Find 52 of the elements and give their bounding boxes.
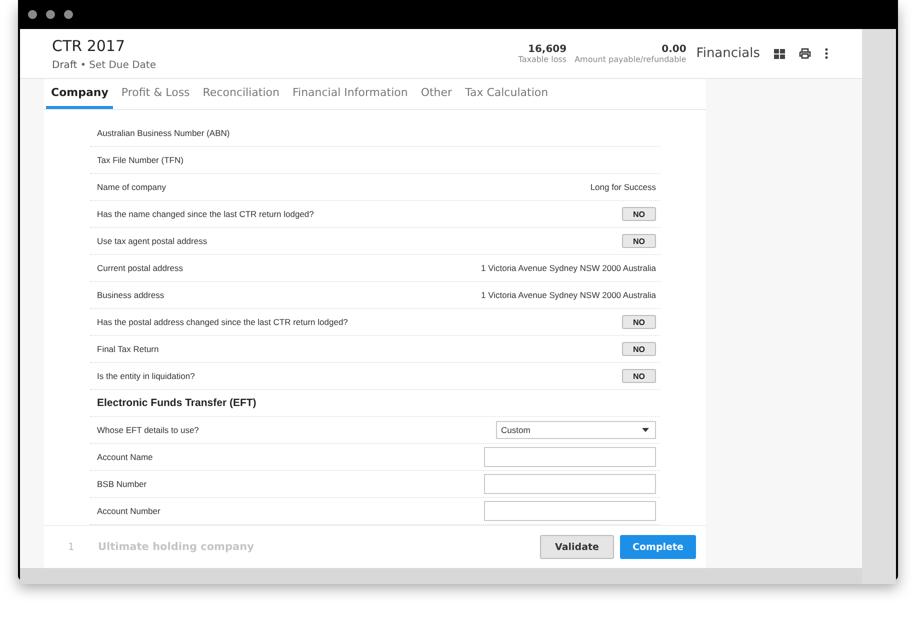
field-value: 1 Victoria Avenue Sydney NSW 2000 Australia	[481, 290, 656, 300]
window-dot	[28, 10, 37, 19]
field-value: 1 Victoria Avenue Sydney NSW 2000 Australia	[481, 263, 656, 273]
stat-value: 0.00	[662, 44, 686, 54]
tab[interactable]: Company	[46, 79, 114, 109]
stat-label: Taxable loss	[518, 54, 567, 64]
stat-label: Amount payable/refundable	[574, 54, 686, 64]
financials-link[interactable]: Financials	[696, 46, 760, 61]
field-label: Is the entity in liquidation?	[97, 371, 195, 381]
field-label: Tax File Number (TFN)	[97, 155, 184, 165]
field-label: Use tax agent postal address	[97, 236, 208, 246]
section-title: Ultimate holding company	[98, 541, 255, 553]
grid-icon[interactable]	[774, 48, 785, 58]
field-label: Has the postal address changed since the last CTR return lodged?	[97, 317, 348, 327]
status-text: Draft	[52, 60, 78, 70]
field-label: Business address	[97, 290, 164, 300]
section-heading: Electronic Funds Transfer (EFT)	[97, 397, 256, 409]
input-field[interactable]	[484, 447, 656, 467]
window-dot	[46, 10, 55, 19]
field-value: Long for Success	[590, 182, 656, 192]
field-label: Final Tax Return	[97, 344, 159, 354]
toggle-button[interactable]: NO	[622, 369, 656, 383]
stat-value: 16,609	[528, 44, 567, 54]
more-options-icon[interactable]	[825, 48, 828, 59]
field-label: Account Name	[97, 452, 153, 462]
toggle-button[interactable]: NO	[622, 234, 656, 248]
field-label: Has the name changed since the last CTR return lodged?	[97, 209, 314, 219]
bullet-separator: •	[80, 60, 86, 70]
field-label: Whose EFT details to use?	[97, 425, 199, 435]
tab[interactable]: Profit & Loss	[116, 79, 195, 109]
caret-icon	[642, 428, 649, 432]
tab[interactable]: Tax Calculation	[460, 79, 554, 109]
tab[interactable]: Financial Information	[287, 79, 413, 109]
field-label: Name of company	[97, 182, 166, 192]
validate-button[interactable]: Validate	[540, 535, 614, 559]
due-date-link[interactable]: Set Due Date	[89, 60, 156, 70]
print-icon[interactable]	[799, 48, 811, 59]
toggle-button[interactable]: NO	[622, 207, 656, 221]
field-label: Australian Business Number (ABN)	[97, 128, 230, 138]
toggle-button[interactable]: NO	[622, 315, 656, 329]
field-label: BSB Number	[97, 479, 147, 489]
return-title: CTR 2017	[52, 36, 126, 54]
dropdown-select[interactable]: Custom	[496, 421, 656, 439]
toggle-button[interactable]: NO	[622, 342, 656, 356]
field-label: Current postal address	[97, 263, 183, 273]
window-dot	[64, 10, 73, 19]
section-number: 1	[68, 542, 76, 552]
tab[interactable]: Other	[416, 79, 458, 109]
field-label: Account Number	[97, 506, 160, 516]
tab[interactable]: Reconciliation	[198, 79, 284, 109]
input-field[interactable]	[484, 501, 656, 521]
input-field[interactable]	[484, 474, 656, 494]
